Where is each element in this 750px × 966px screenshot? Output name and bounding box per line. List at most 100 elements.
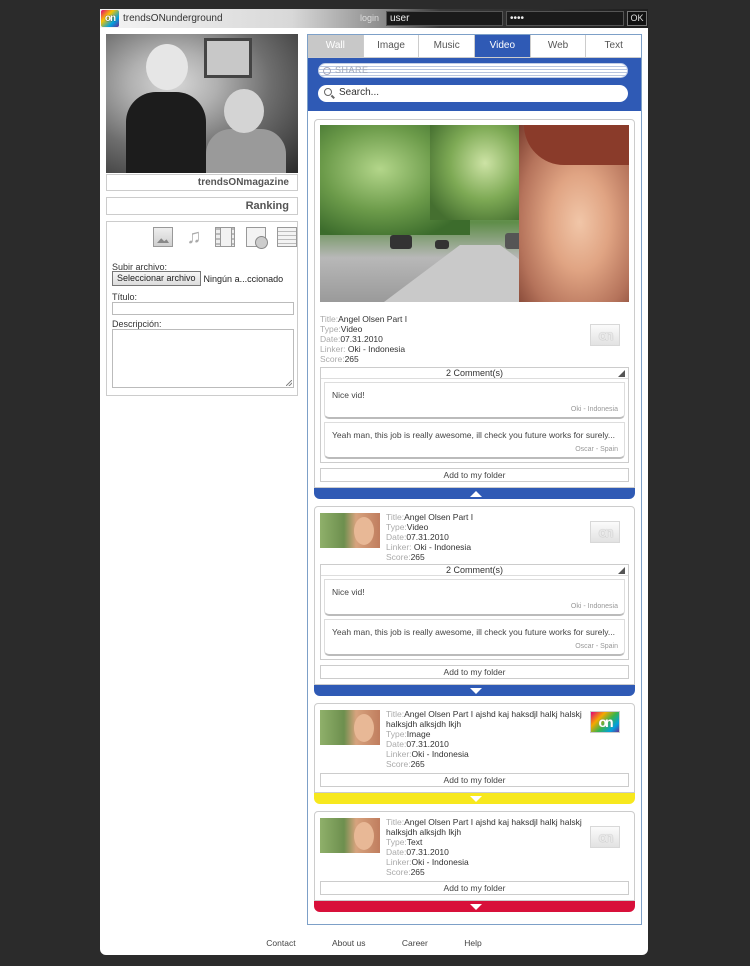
item-date: 07.31.2010	[406, 847, 449, 857]
feed-card: Title:Angel Olsen Part I ajshd kaj haksd…	[314, 703, 635, 793]
share-icon	[323, 67, 331, 75]
key-date: Date:	[386, 532, 407, 542]
tab-text[interactable]: Text	[586, 35, 642, 58]
profile-photo	[106, 34, 298, 173]
item-linker[interactable]: Oki - Indonesia	[412, 749, 469, 759]
video-player[interactable]	[320, 125, 629, 302]
tab-image[interactable]: Image	[363, 35, 420, 58]
file-name: Ningún a...ccionado	[203, 273, 284, 284]
description-textarea[interactable]	[112, 329, 294, 388]
comments-count: 2 Comment(s)	[445, 565, 503, 575]
comment-author[interactable]: Oscar - Spain	[575, 643, 618, 650]
main-panel: trendsONmagazine Ranking ♫ Subir archivo…	[100, 28, 648, 955]
comments-count: 2 Comment(s)	[445, 368, 503, 378]
arrow-up-icon	[470, 491, 482, 497]
share-label: SHARE	[335, 65, 369, 75]
item-title[interactable]: Angel Olsen Part I	[404, 512, 473, 522]
item-score: 265	[344, 354, 359, 364]
on-badge-color-icon[interactable]: on	[590, 711, 620, 733]
item-meta: Title:Angel Olsen Part I ajshd kaj haksd…	[386, 709, 586, 769]
password-input[interactable]: ••••	[506, 11, 624, 26]
on-badge-icon[interactable]: on	[590, 521, 620, 543]
key-linker: Linker:	[320, 344, 346, 354]
expand-bar[interactable]	[314, 901, 635, 912]
expand-bar[interactable]	[314, 793, 635, 804]
item-meta: Title:Angel Olsen Part I Type:Video Date…	[386, 512, 586, 562]
comment: Yeah man, this job is really awesome, il…	[324, 619, 625, 656]
key-title: Title:	[386, 512, 405, 522]
brand-name[interactable]: trendsONunderground	[123, 13, 223, 24]
title-label: Título:	[112, 292, 138, 302]
upload-type-icons: ♫	[153, 227, 297, 249]
share-bar[interactable]: SHARE	[318, 63, 628, 78]
music-icon[interactable]: ♫	[184, 227, 204, 247]
item-summary: Title:Angel Olsen Part I Type:Video Date…	[315, 507, 634, 564]
web-icon[interactable]	[246, 227, 268, 249]
key-title: Title:	[320, 314, 339, 324]
category-tabs: Wall Image Music Video Web Text	[308, 35, 642, 58]
tab-music[interactable]: Music	[419, 35, 476, 58]
tab-web[interactable]: Web	[530, 35, 587, 58]
expand-bar[interactable]	[314, 685, 635, 696]
item-type: Video	[340, 324, 363, 334]
key-type: Type:	[386, 522, 407, 532]
footer-link-about[interactable]: About us	[332, 938, 366, 948]
item-linker[interactable]: Oki - Indonesia	[412, 857, 469, 867]
item-title[interactable]: Angel Olsen Part I ajshd kaj haksdjl hal…	[386, 817, 582, 837]
add-to-folder-button[interactable]: Add to my folder	[320, 468, 629, 482]
item-linker[interactable]: Oki - Indonesia	[346, 344, 405, 354]
collapse-icon[interactable]	[618, 567, 625, 574]
on-badge-icon[interactable]: on	[590, 826, 620, 848]
title-input[interactable]	[112, 302, 294, 315]
key-score: Score:	[386, 867, 411, 877]
choose-file-button[interactable]: Seleccionar archivo	[112, 271, 201, 286]
on-badge-icon[interactable]: on	[590, 324, 620, 346]
item-thumbnail[interactable]	[320, 710, 380, 745]
footer: Contact About us Career Help	[100, 938, 648, 948]
collapse-bar[interactable]	[314, 488, 635, 499]
item-thumbnail[interactable]	[320, 818, 380, 853]
tab-video[interactable]: Video	[475, 35, 531, 58]
tab-wall[interactable]: Wall	[308, 35, 364, 58]
text-icon[interactable]	[277, 227, 297, 247]
key-type: Type:	[320, 324, 341, 334]
ranking-link[interactable]: Ranking	[106, 197, 298, 215]
item-title[interactable]: Angel Olsen Part I ajshd kaj haksdjl hal…	[386, 709, 582, 729]
footer-link-career[interactable]: Career	[402, 938, 428, 948]
item-linker[interactable]: Oki - Indonesia	[412, 542, 471, 552]
comment-text: Yeah man, this job is really awesome, il…	[332, 430, 615, 440]
add-to-folder-button[interactable]: Add to my folder	[320, 881, 629, 895]
image-icon[interactable]	[153, 227, 173, 247]
comment-author[interactable]: Oki - Indonesia	[571, 603, 618, 610]
username-input[interactable]: user	[386, 11, 503, 26]
item-title[interactable]: Angel Olsen Part I	[338, 314, 407, 324]
collapse-icon[interactable]	[618, 370, 625, 377]
profile-caption[interactable]: trendsONmagazine	[106, 174, 298, 191]
comments-panel: 2 Comment(s) Nice vid! Oki - Indonesia Y…	[320, 367, 629, 463]
footer-link-contact[interactable]: Contact	[266, 938, 295, 948]
key-date: Date:	[386, 847, 407, 857]
arrow-down-icon	[470, 796, 482, 802]
comments-header[interactable]: 2 Comment(s)	[321, 565, 628, 576]
upload-form: ♫ Subir archivo: Seleccionar archivo Nin…	[106, 221, 298, 396]
search-input[interactable]: Search...	[318, 85, 628, 102]
share-search-area: SHARE Search...	[308, 58, 641, 111]
footer-link-help[interactable]: Help	[464, 938, 481, 948]
brand-logo[interactable]: on	[101, 10, 119, 27]
key-date: Date:	[320, 334, 341, 344]
arrow-down-icon	[470, 904, 482, 910]
film-icon[interactable]	[215, 227, 235, 247]
comments-header[interactable]: 2 Comment(s)	[321, 368, 628, 379]
item-date: 07.31.2010	[340, 334, 383, 344]
item-score: 265	[410, 867, 425, 877]
key-title: Title:	[386, 709, 405, 719]
add-to-folder-button[interactable]: Add to my folder	[320, 665, 629, 679]
comment: Yeah man, this job is really awesome, il…	[324, 422, 625, 459]
add-to-folder-button[interactable]: Add to my folder	[320, 773, 629, 787]
login-ok-button[interactable]: OK	[627, 11, 647, 26]
comment-text: Yeah man, this job is really awesome, il…	[332, 627, 615, 637]
comment-author[interactable]: Oscar - Spain	[575, 446, 618, 453]
key-type: Type:	[386, 729, 407, 739]
comment-author[interactable]: Oki - Indonesia	[571, 406, 618, 413]
item-thumbnail[interactable]	[320, 513, 380, 548]
